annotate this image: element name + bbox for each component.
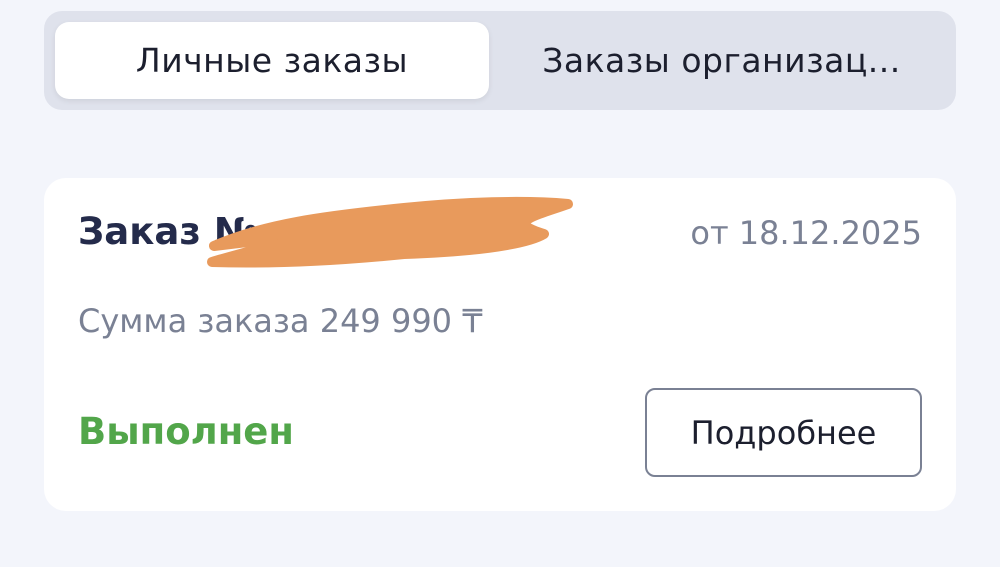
order-type-switcher: Личные заказы Заказы организац...: [44, 11, 956, 110]
tab-organization-orders[interactable]: Заказы организац...: [499, 22, 944, 99]
tab-organization-orders-label: Заказы организац...: [542, 41, 901, 80]
redaction-stroke: [207, 196, 573, 268]
redaction-scribble: [207, 196, 573, 268]
status-badge: Выполнен: [78, 410, 294, 453]
details-button[interactable]: Подробнее: [645, 388, 922, 477]
tab-personal-orders[interactable]: Личные заказы: [55, 22, 489, 99]
tab-personal-orders-label: Личные заказы: [135, 41, 409, 80]
order-sum: Сумма заказа 249 990 ₸: [78, 302, 483, 340]
order-card: Заказ № от 18.12.2025 Сумма заказа 249 9…: [44, 178, 956, 511]
order-date: от 18.12.2025: [690, 214, 922, 252]
